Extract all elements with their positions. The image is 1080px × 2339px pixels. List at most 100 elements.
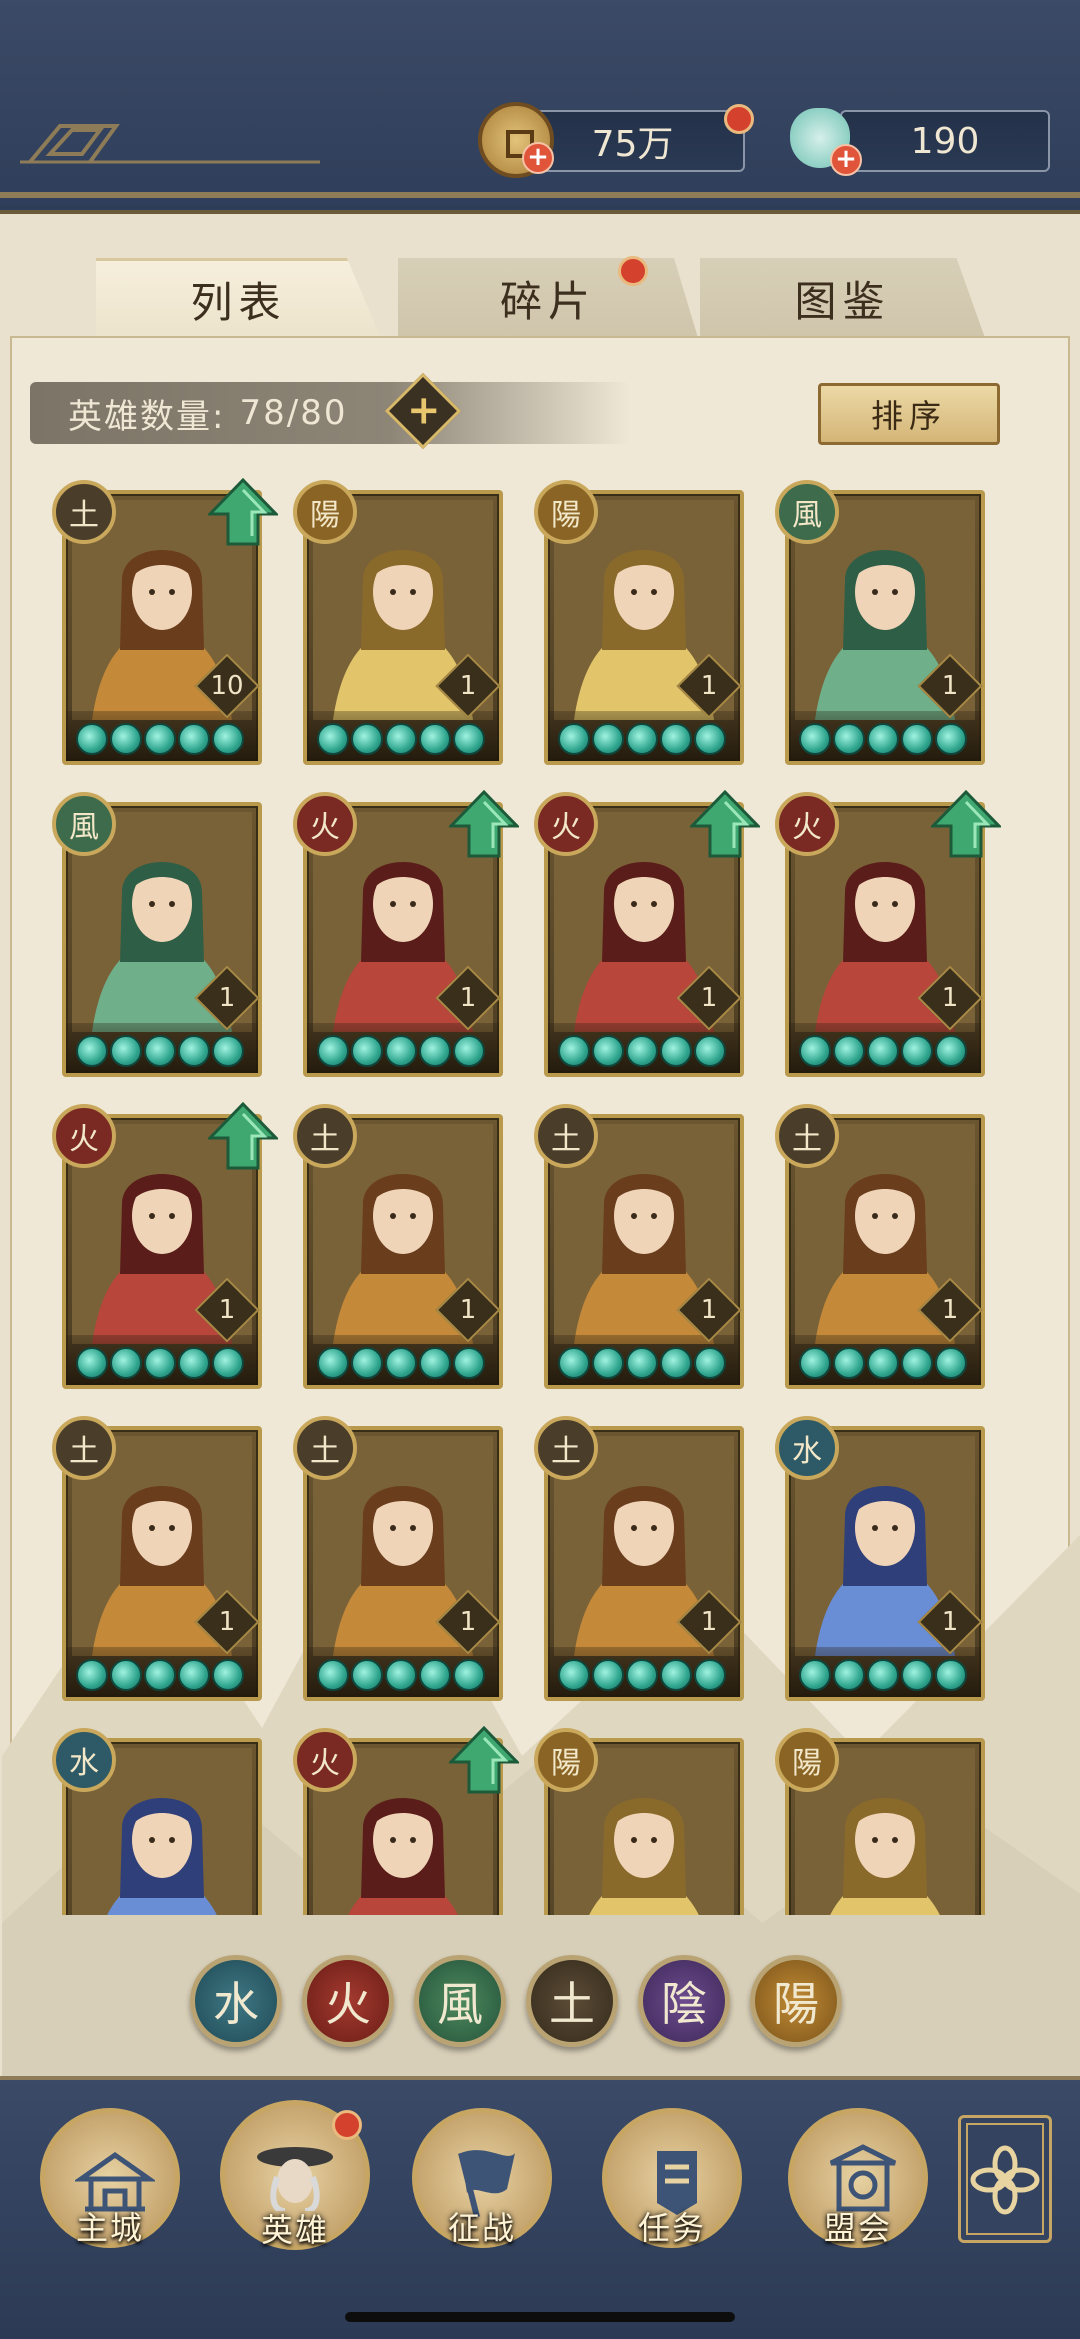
- tab-fragments-label: 碎片: [499, 276, 596, 326]
- rank-orb-icon: [144, 1347, 176, 1379]
- element-badge: 陽: [775, 1728, 839, 1792]
- hero-card[interactable]: 1陽: [534, 480, 744, 765]
- rank-orb-icon: [385, 1659, 417, 1691]
- nav-label: 征战: [447, 2209, 517, 2247]
- hero-card[interactable]: 1風: [775, 480, 985, 765]
- add-coins-plus-icon[interactable]: +: [522, 142, 554, 174]
- app-root: 75万 + 190 + 列表 碎片 图鉴 英雄数量: 78/80 + 排序 10…: [0, 0, 1080, 2339]
- hero-level: 1: [218, 1295, 236, 1325]
- hero-count-value: 78/80: [239, 393, 348, 433]
- rank-orb-icon: [212, 1347, 244, 1379]
- element-badge: 陽: [534, 1728, 598, 1792]
- element-badge: 陽: [293, 480, 357, 544]
- hero-card[interactable]: 陽: [775, 1728, 985, 1915]
- upgrade-arrow-icon: [449, 1726, 519, 1794]
- upgrade-arrow-icon: [208, 1102, 278, 1170]
- rank-orb-icon: [419, 723, 451, 755]
- hero-card[interactable]: 1土: [52, 1416, 262, 1701]
- star-rank: [799, 723, 967, 755]
- rank-orb-icon: [660, 723, 692, 755]
- element-badge: 火: [293, 1728, 357, 1792]
- filter-wind-button[interactable]: 風: [414, 1955, 506, 2047]
- top-bar-divider: [0, 192, 1080, 198]
- rank-orb-icon: [351, 1035, 383, 1067]
- hero-count-bar: 英雄数量: 78/80: [30, 382, 630, 444]
- hero-level: 1: [941, 983, 959, 1013]
- rank-orb-icon: [799, 723, 831, 755]
- element-badge: 火: [293, 792, 357, 856]
- hero-level: 1: [941, 1607, 959, 1637]
- hero-card[interactable]: 1土: [534, 1416, 744, 1701]
- nav-item-campaign[interactable]: 征战: [412, 2108, 552, 2248]
- star-rank: [76, 723, 244, 755]
- hero-card[interactable]: 1火: [52, 1102, 278, 1389]
- hero-card[interactable]: 1土: [293, 1416, 503, 1701]
- hero-card[interactable]: 陽: [534, 1728, 744, 1915]
- rank-orb-icon: [317, 1035, 349, 1067]
- star-rank: [317, 723, 485, 755]
- rank-orb-icon: [867, 1035, 899, 1067]
- rank-orb-icon: [694, 723, 726, 755]
- star-rank: [558, 1035, 726, 1067]
- rank-orb-icon: [660, 1659, 692, 1691]
- element-filter-bar: 水火風土陰陽: [190, 1955, 910, 2050]
- element-badge: 水: [775, 1416, 839, 1480]
- filter-yin-button[interactable]: 陰: [638, 1955, 730, 2047]
- rank-orb-icon: [694, 1347, 726, 1379]
- top-bar: [0, 0, 1080, 205]
- hero-card[interactable]: 1風: [52, 792, 262, 1077]
- filter-earth-button[interactable]: 土: [526, 1955, 618, 2047]
- tab-fragments[interactable]: 碎片: [398, 258, 698, 338]
- meander-ornament-icon: [20, 124, 320, 164]
- rank-orb-icon: [144, 1659, 176, 1691]
- element-badge: 火: [534, 792, 598, 856]
- hero-card[interactable]: 1陽: [293, 480, 503, 765]
- tab-list[interactable]: 列表: [96, 258, 381, 338]
- jade-amount: 190: [910, 120, 980, 162]
- hero-card[interactable]: 水: [52, 1728, 262, 1915]
- rank-orb-icon: [558, 1347, 590, 1379]
- hero-card[interactable]: 1土: [293, 1104, 503, 1389]
- hero-card[interactable]: 1水: [775, 1416, 985, 1701]
- add-jade-plus-icon[interactable]: +: [830, 144, 862, 176]
- more-menu-button[interactable]: [958, 2115, 1052, 2243]
- rank-orb-icon: [110, 1659, 142, 1691]
- rank-orb-icon: [419, 1659, 451, 1691]
- hero-card[interactable]: 10 土: [52, 478, 278, 765]
- nav-item-quests[interactable]: 任务: [602, 2108, 742, 2248]
- hero-card[interactable]: 1火: [775, 790, 1001, 1077]
- rank-orb-icon: [178, 1035, 210, 1067]
- jade-counter[interactable]: 190: [840, 110, 1050, 172]
- nav-item-main-city[interactable]: 主城: [40, 2108, 180, 2248]
- star-rank: [558, 723, 726, 755]
- hero-card[interactable]: 火: [293, 1726, 519, 1915]
- hero-card[interactable]: 1火: [534, 790, 760, 1077]
- sort-button[interactable]: 排序: [818, 383, 1000, 445]
- element-badge: 土: [52, 1416, 116, 1480]
- rank-orb-icon: [626, 1347, 658, 1379]
- rank-orb-icon: [592, 723, 624, 755]
- rank-orb-icon: [385, 1347, 417, 1379]
- star-rank: [799, 1659, 967, 1691]
- filter-fire-button[interactable]: 火: [302, 1955, 394, 2047]
- star-rank: [799, 1347, 967, 1379]
- rank-orb-icon: [385, 723, 417, 755]
- filter-yang-button[interactable]: 陽: [750, 1955, 842, 2047]
- hero-card[interactable]: 1土: [775, 1104, 985, 1389]
- nav-item-guild[interactable]: 盟会: [788, 2108, 928, 2248]
- rank-orb-icon: [867, 723, 899, 755]
- star-rank: [799, 1035, 967, 1067]
- plus-icon: +: [406, 387, 441, 434]
- rank-orb-icon: [799, 1035, 831, 1067]
- rank-orb-icon: [799, 1347, 831, 1379]
- hero-card[interactable]: 1火: [293, 790, 519, 1077]
- rank-orb-icon: [110, 1035, 142, 1067]
- rank-orb-icon: [351, 1347, 383, 1379]
- tab-codex[interactable]: 图鉴: [700, 258, 985, 338]
- hero-level: 1: [218, 1607, 236, 1637]
- hero-card[interactable]: 1土: [534, 1104, 744, 1389]
- filter-water-button[interactable]: 水: [190, 1955, 282, 2047]
- rank-orb-icon: [110, 723, 142, 755]
- hero-portrait-icon: [257, 2147, 333, 2211]
- rank-orb-icon: [419, 1347, 451, 1379]
